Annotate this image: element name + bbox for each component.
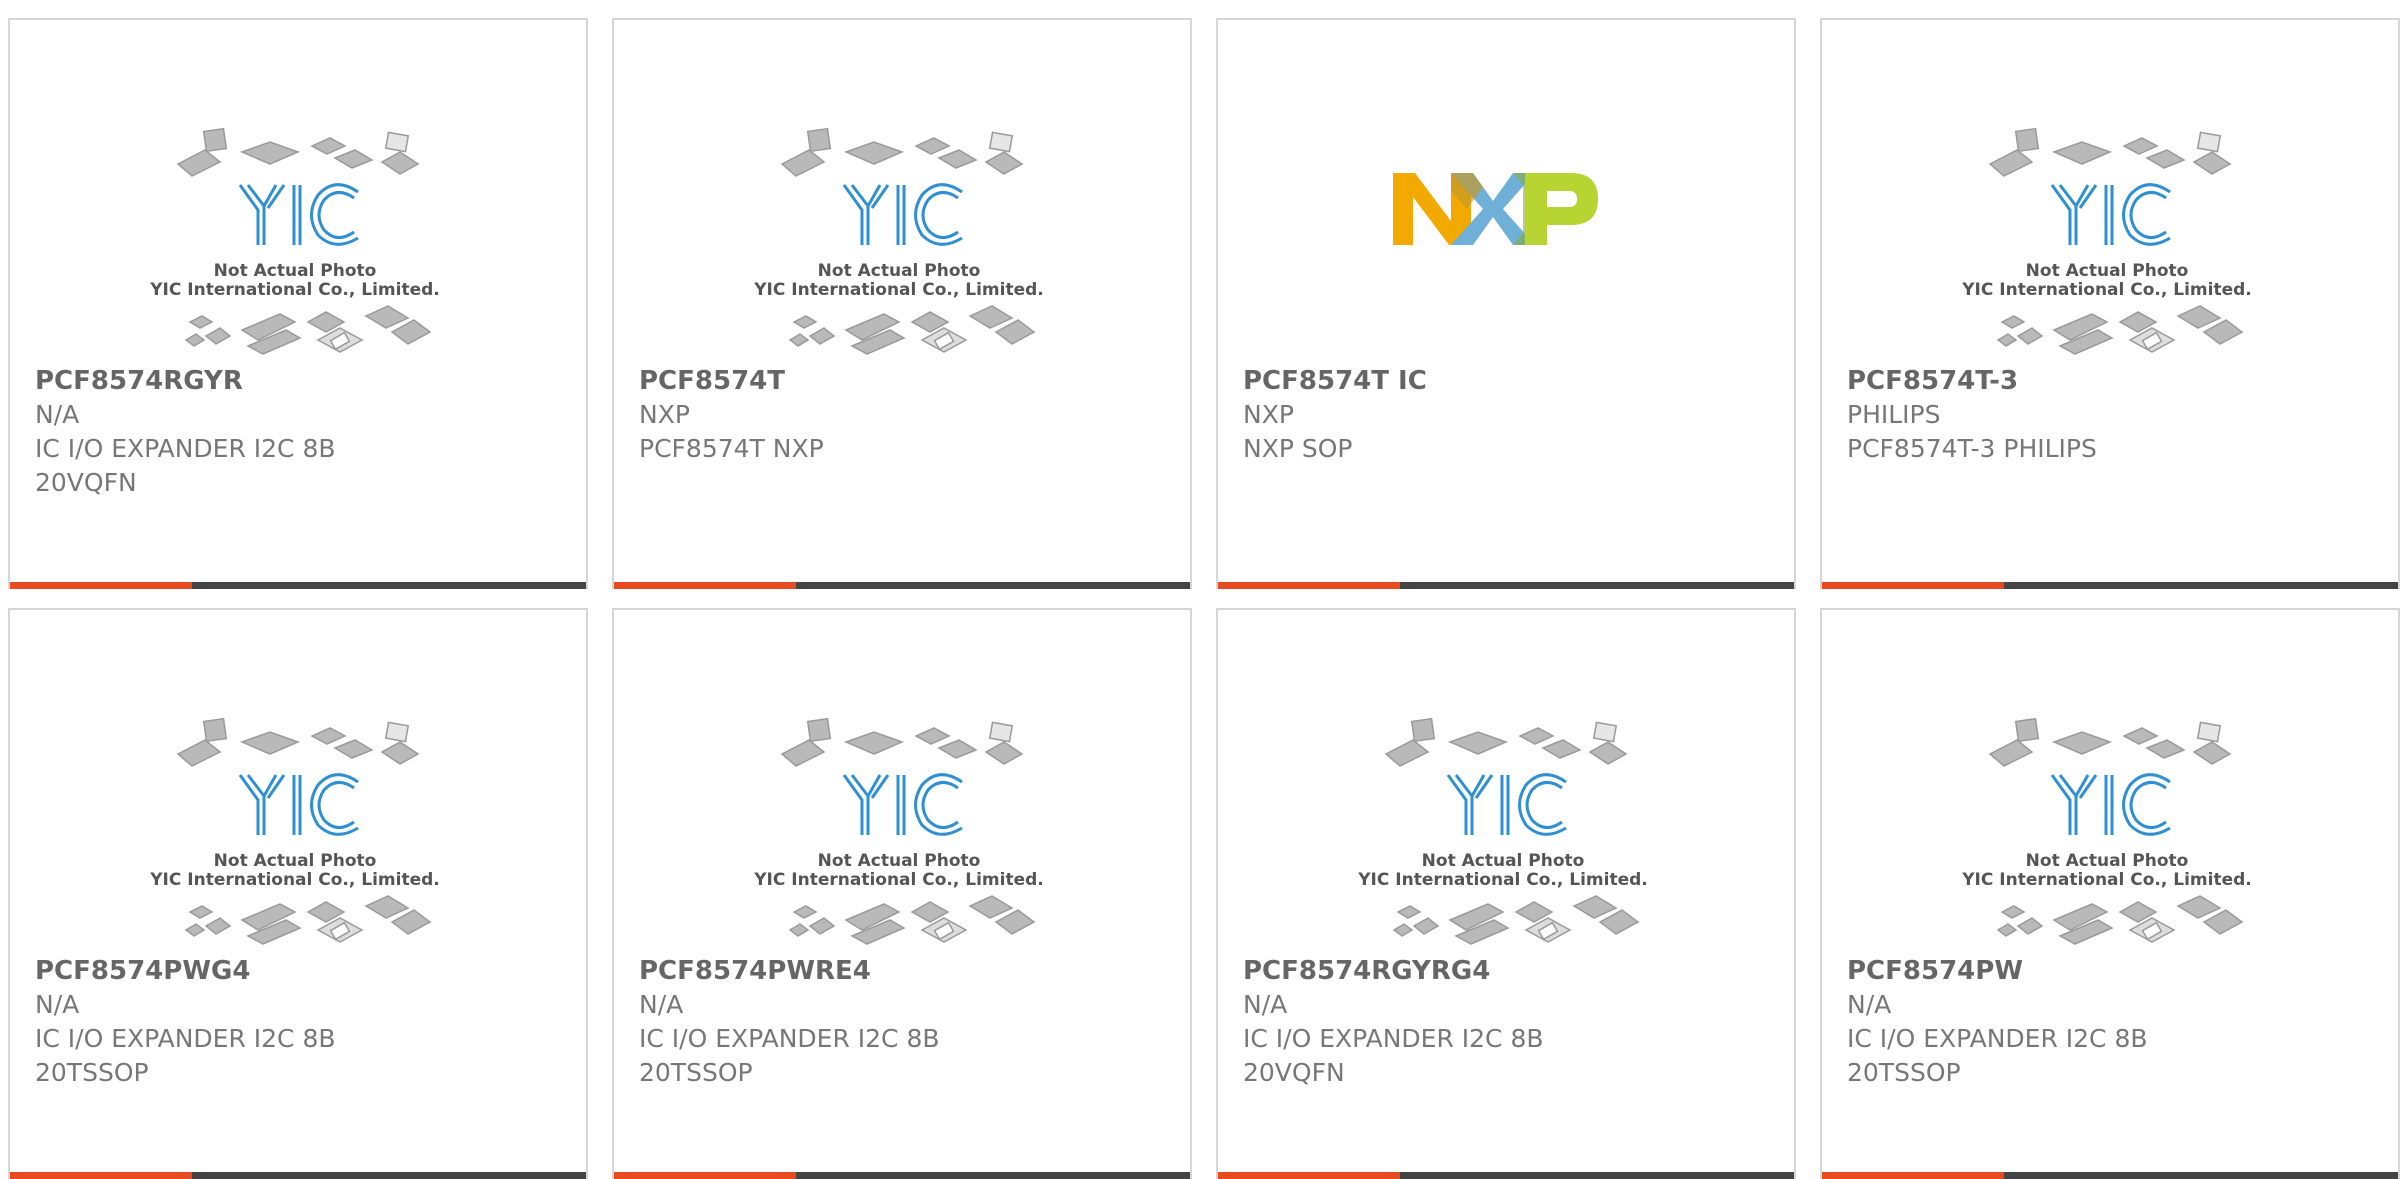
card-accent-bar bbox=[10, 1172, 586, 1179]
card-accent-bar bbox=[1218, 582, 1794, 589]
description-line1: IC I/O EXPANDER I2C 8B bbox=[1243, 1024, 1544, 1053]
card-accent-bar bbox=[614, 1172, 1190, 1179]
manufacturer-label: NXP bbox=[1243, 400, 1294, 429]
product-placeholder-image[interactable]: Not Actual Photo YIC International Co., … bbox=[734, 690, 1054, 970]
part-number-link[interactable]: PCF8574T bbox=[639, 364, 1170, 398]
manufacturer-label: PHILIPS bbox=[1847, 400, 1941, 429]
product-info: PCF8574PWRE4 N/A IC I/O EXPANDER I2C 8B 20T… bbox=[639, 954, 1170, 1090]
manufacturer-label: N/A bbox=[1243, 990, 1288, 1019]
part-number-link[interactable]: PCF8574PWRE4 bbox=[639, 954, 1170, 988]
placeholder-caption-line1: Not Actual Photo bbox=[1422, 851, 1585, 871]
placeholder-caption-line2: YIC International Co., Limited. bbox=[149, 870, 440, 890]
card-accent-bar bbox=[1822, 582, 2398, 589]
part-number-link[interactable]: PCF8574PWG4 bbox=[35, 954, 566, 988]
placeholder-caption-line2: YIC International Co., Limited. bbox=[1961, 280, 2252, 300]
product-grid: Not Actual Photo YIC International Co., … bbox=[0, 0, 2400, 1179]
placeholder-caption-line1: Not Actual Photo bbox=[818, 851, 981, 871]
product-card[interactable]: Not Actual Photo YIC International Co., … bbox=[1820, 608, 2400, 1179]
manufacturer-label: N/A bbox=[639, 990, 684, 1019]
placeholder-caption-line2: YIC International Co., Limited. bbox=[753, 870, 1044, 890]
product-placeholder-image[interactable]: Not Actual Photo YIC International Co., … bbox=[130, 690, 450, 970]
manufacturer-label: N/A bbox=[1847, 990, 1892, 1019]
description-line2: 20TSSOP bbox=[639, 1058, 753, 1087]
manufacturer-label: NXP bbox=[639, 400, 690, 429]
card-accent-bar bbox=[1218, 1172, 1794, 1179]
product-info: PCF8574PWG4 N/A IC I/O EXPANDER I2C 8B 20TS… bbox=[35, 954, 566, 1090]
manufacturer-label: N/A bbox=[35, 400, 80, 429]
product-placeholder-image[interactable]: Not Actual Photo YIC International Co., … bbox=[734, 100, 1054, 380]
product-placeholder-image[interactable]: Not Actual Photo YIC International Co., … bbox=[130, 100, 450, 380]
product-info: PCF8574T IC NXP NXP SOP bbox=[1243, 364, 1774, 466]
placeholder-caption-line2: YIC International Co., Limited. bbox=[1357, 870, 1648, 890]
product-card[interactable]: Not Actual Photo YIC International Co., … bbox=[8, 608, 588, 1179]
description-line1: IC I/O EXPANDER I2C 8B bbox=[1847, 1024, 2148, 1053]
nxp-logo-image[interactable] bbox=[1338, 100, 1658, 380]
description-line1: IC I/O EXPANDER I2C 8B bbox=[35, 434, 336, 463]
product-info: PCF8574PW N/A IC I/O EXPANDER I2C 8B 20TSSO… bbox=[1847, 954, 2378, 1090]
placeholder-caption-line1: Not Actual Photo bbox=[214, 261, 377, 281]
placeholder-caption-line2: YIC International Co., Limited. bbox=[1961, 870, 2252, 890]
manufacturer-label: N/A bbox=[35, 990, 80, 1019]
product-info: PCF8574T-3 PHILIPS PCF8574T-3 PHILIPS bbox=[1847, 364, 2378, 466]
part-number-link[interactable]: PCF8574RGYR bbox=[35, 364, 566, 398]
product-info: PCF8574RGYR N/A IC I/O EXPANDER I2C 8B 20VQ… bbox=[35, 364, 566, 500]
placeholder-caption-line1: Not Actual Photo bbox=[2026, 851, 2189, 871]
card-accent-bar bbox=[1822, 1172, 2398, 1179]
description-line2: 20VQFN bbox=[35, 468, 137, 497]
card-accent-bar bbox=[10, 582, 586, 589]
description-line2: 20TSSOP bbox=[1847, 1058, 1961, 1087]
product-card[interactable]: Not Actual Photo YIC International Co., … bbox=[1216, 608, 1796, 1179]
product-info: PCF8574T NXP PCF8574T NXP bbox=[639, 364, 1170, 466]
product-info: PCF8574RGYRG4 N/A IC I/O EXPANDER I2C 8B 20… bbox=[1243, 954, 1774, 1090]
description-line2: 20VQFN bbox=[1243, 1058, 1345, 1087]
placeholder-caption-line1: Not Actual Photo bbox=[214, 851, 377, 871]
product-card[interactable]: Not Actual Photo YIC International Co., … bbox=[612, 608, 1192, 1179]
description-line1: IC I/O EXPANDER I2C 8B bbox=[639, 1024, 940, 1053]
description-line1: IC I/O EXPANDER I2C 8B bbox=[35, 1024, 336, 1053]
description-line1: PCF8574T-3 PHILIPS bbox=[1847, 434, 2097, 463]
part-number-link[interactable]: PCF8574PW bbox=[1847, 954, 2378, 988]
placeholder-caption-line1: Not Actual Photo bbox=[818, 261, 981, 281]
part-number-link[interactable]: PCF8574T IC bbox=[1243, 364, 1774, 398]
product-card[interactable]: Not Actual Photo YIC International Co., … bbox=[612, 18, 1192, 589]
description-line1: PCF8574T NXP bbox=[639, 434, 824, 463]
part-number-link[interactable]: PCF8574T-3 bbox=[1847, 364, 2378, 398]
product-card[interactable]: PCF8574T IC NXP NXP SOP bbox=[1216, 18, 1796, 589]
description-line1: NXP SOP bbox=[1243, 434, 1353, 463]
product-placeholder-image[interactable]: Not Actual Photo YIC International Co., … bbox=[1942, 690, 2262, 970]
placeholder-caption-line1: Not Actual Photo bbox=[2026, 261, 2189, 281]
product-placeholder-image[interactable]: Not Actual Photo YIC International Co., … bbox=[1338, 690, 1658, 970]
placeholder-caption-line2: YIC International Co., Limited. bbox=[149, 280, 440, 300]
placeholder-caption-line2: YIC International Co., Limited. bbox=[753, 280, 1044, 300]
part-number-link[interactable]: PCF8574RGYRG4 bbox=[1243, 954, 1774, 988]
product-placeholder-image[interactable]: Not Actual Photo YIC International Co., … bbox=[1942, 100, 2262, 380]
product-card[interactable]: Not Actual Photo YIC International Co., … bbox=[1820, 18, 2400, 589]
card-accent-bar bbox=[614, 582, 1190, 589]
product-card[interactable]: Not Actual Photo YIC International Co., … bbox=[8, 18, 588, 589]
description-line2: 20TSSOP bbox=[35, 1058, 149, 1087]
